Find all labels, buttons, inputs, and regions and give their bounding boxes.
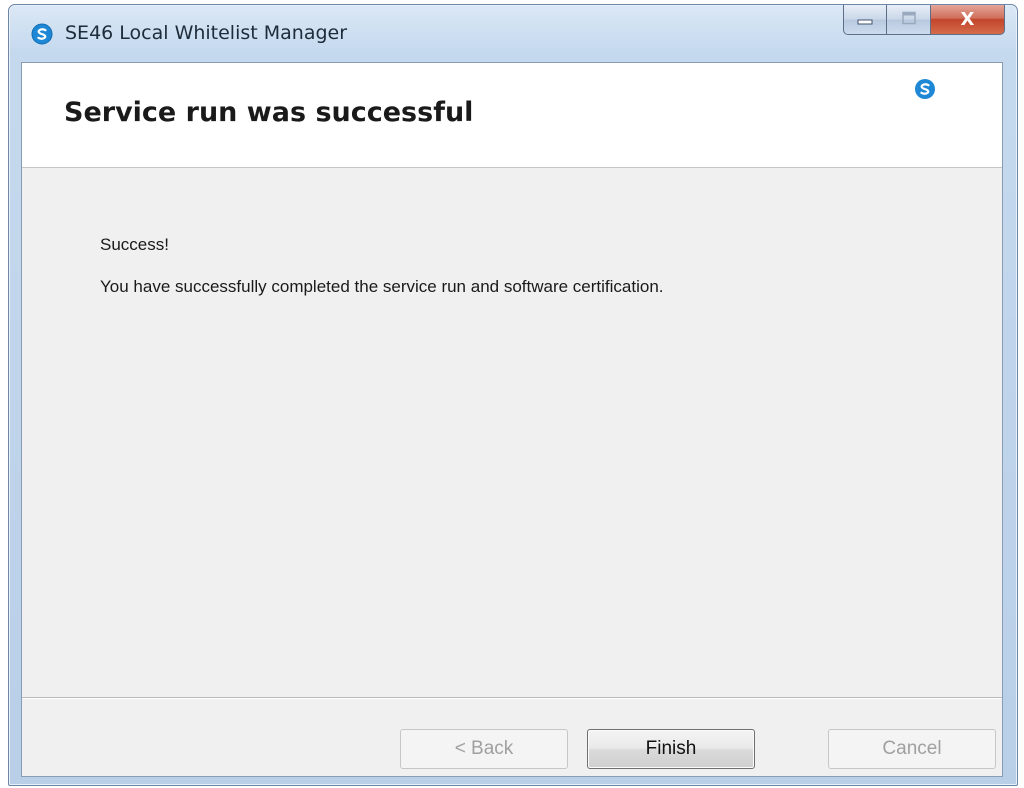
wizard-window: SE46 Local Whitelist Manager X Service r…: [8, 4, 1018, 786]
page-title: Service run was successful: [64, 97, 474, 128]
app-logo-icon: [31, 23, 53, 45]
maximize-button[interactable]: [887, 5, 931, 35]
window-title: SE46 Local Whitelist Manager: [65, 22, 348, 44]
close-icon: X: [960, 9, 975, 30]
caption-buttons: X: [843, 5, 1005, 37]
maximize-icon: [901, 10, 917, 29]
cancel-button[interactable]: Cancel: [828, 729, 996, 769]
title-bar[interactable]: SE46 Local Whitelist Manager X: [9, 5, 1017, 59]
close-button[interactable]: X: [931, 5, 1005, 35]
minimize-icon: [857, 10, 873, 29]
success-label: Success!: [100, 235, 169, 254]
wizard-client-area: Service run was successful Success! You …: [21, 62, 1003, 777]
footer-divider: [22, 697, 1002, 699]
wizard-header: Service run was successful: [22, 63, 1002, 168]
finish-button[interactable]: Finish: [587, 729, 755, 769]
success-message: You have successfully completed the serv…: [100, 277, 664, 296]
minimize-button[interactable]: [843, 5, 887, 35]
back-button[interactable]: < Back: [400, 729, 568, 769]
app-logo-icon: [914, 78, 936, 100]
